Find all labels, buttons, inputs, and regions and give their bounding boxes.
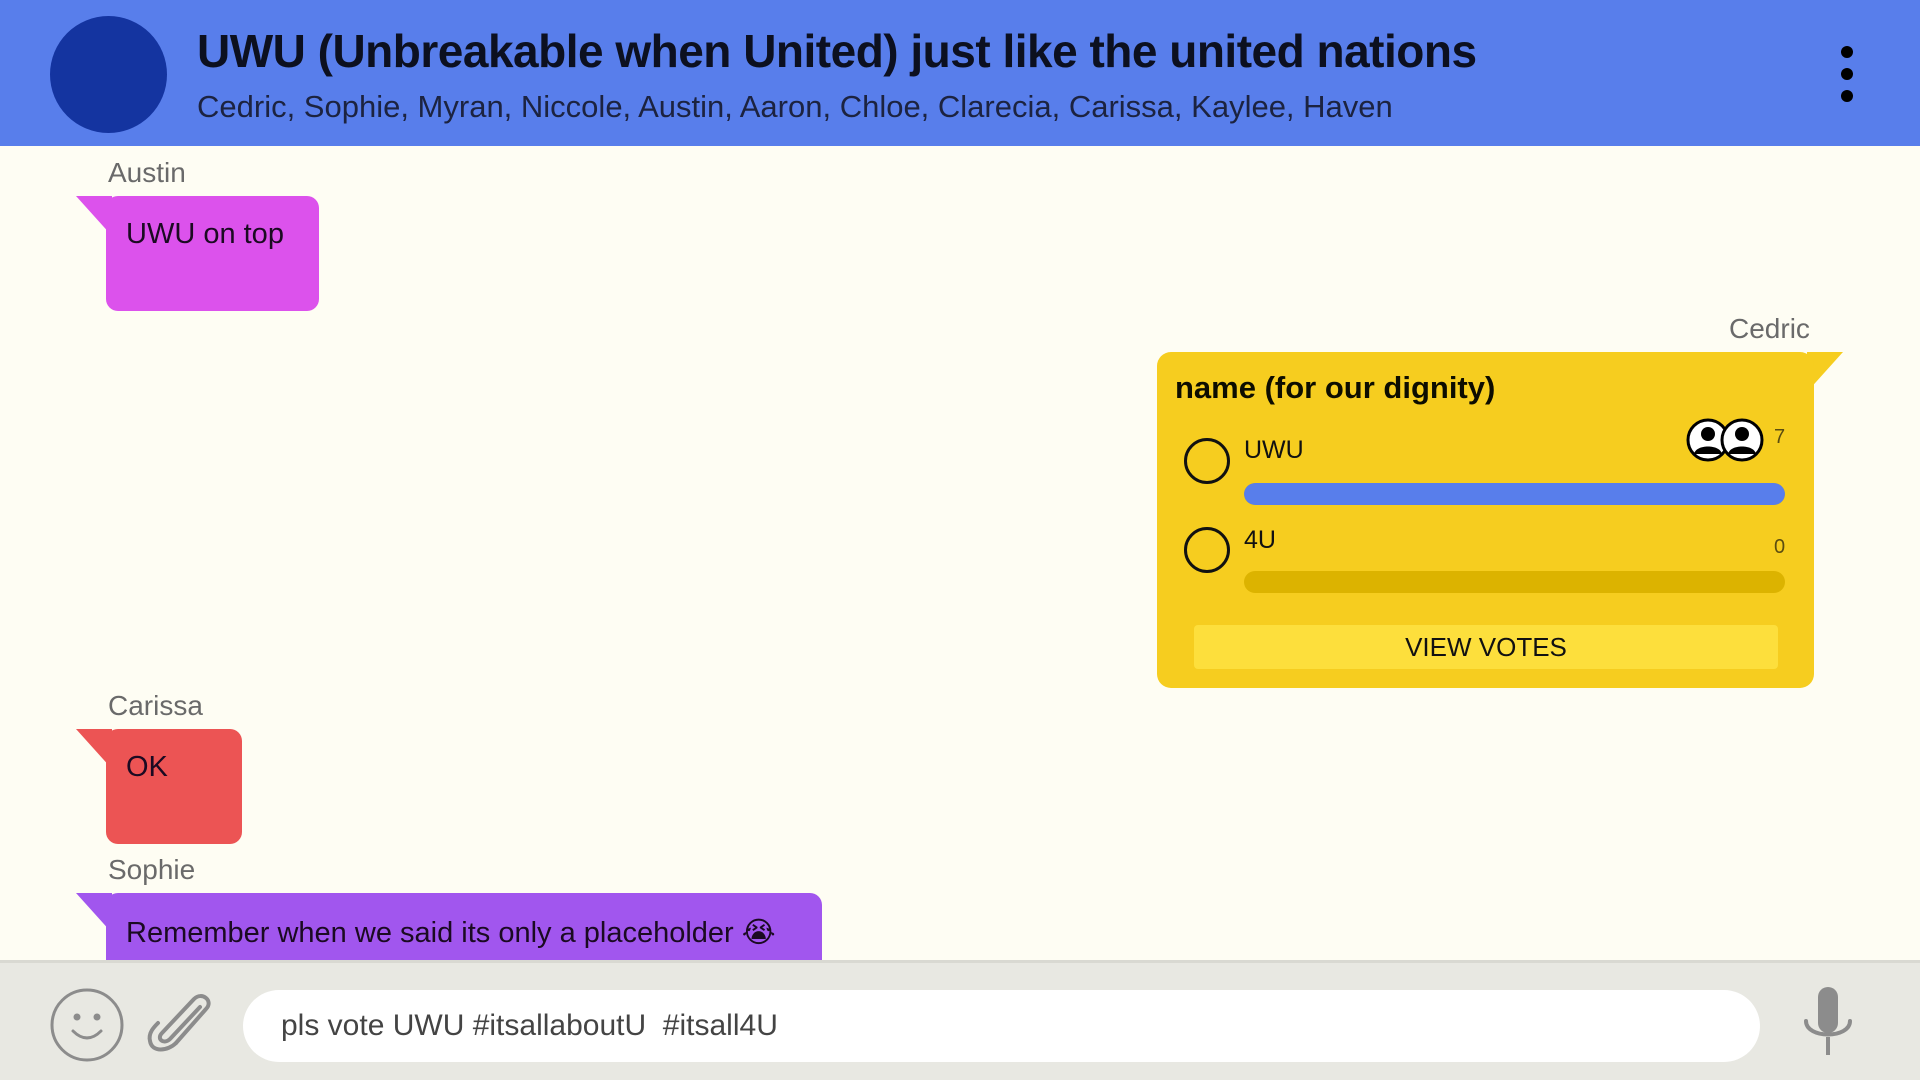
paperclip-icon[interactable] [142,983,226,1072]
group-members[interactable]: Cedric, Sophie, Myran, Niccole, Austin, … [197,89,1393,125]
message-text: UWU on top [126,218,284,250]
message-sender: Sophie [108,854,196,885]
poll-question: name (for our dignity) [1175,370,1496,405]
message-bubble[interactable]: OK [106,729,242,844]
message-composer [0,960,1920,1080]
poll-option-radio[interactable] [1184,527,1230,573]
poll-option-label: 4U [1244,526,1276,554]
more-options-icon[interactable] [1834,46,1860,102]
poll-option-count: 7 [1774,426,1786,448]
message-text: OK [126,751,168,783]
message-bubble[interactable]: UWU on top [106,196,319,311]
view-votes-button[interactable]: VIEW VOTES [1194,625,1778,669]
chat-header: UWU (Unbreakable when United) just like … [0,0,1920,146]
poll-option-count: 0 [1774,536,1786,558]
user-avatar-icon [1720,418,1764,462]
message-sender: Carissa [108,690,203,721]
poll-card: name (for our dignity) UWU 7 4U 0 VIEW V… [1157,352,1814,688]
poll-option-label: UWU [1244,436,1304,464]
poll-option-radio[interactable] [1184,438,1230,484]
voter-avatars[interactable] [1686,418,1766,462]
poll-option-bar [1244,483,1785,505]
message-input[interactable] [243,990,1760,1062]
poll-option-bar [1244,571,1785,593]
message-sender: Austin [108,157,186,188]
microphone-icon[interactable] [1800,985,1856,1070]
poll-option-bar-fill [1244,483,1785,505]
emoji-icon[interactable] [49,987,125,1068]
message-sender: Cedric [1729,313,1810,344]
group-avatar[interactable] [50,16,167,133]
message-text: Remember when we said its only a placeho… [126,917,776,949]
group-title[interactable]: UWU (Unbreakable when United) just like … [197,24,1477,78]
